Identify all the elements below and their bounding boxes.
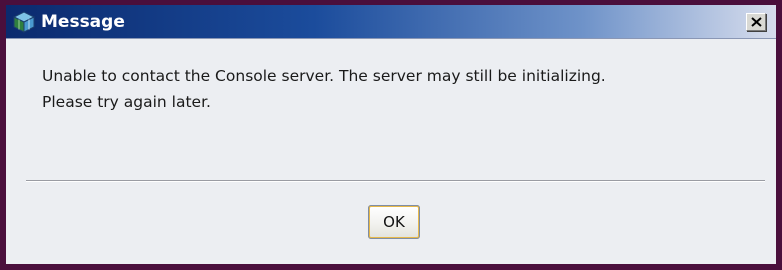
title-bar[interactable]: Message [6, 5, 776, 39]
separator [26, 180, 765, 182]
dialog-title: Message [41, 12, 125, 32]
dialog-body: Message Unable to contact the Console se… [6, 5, 776, 264]
message-line-2: Please try again later. [42, 93, 211, 111]
message-line-1: Unable to contact the Console server. Th… [42, 67, 606, 85]
message-text: Unable to contact the Console server. Th… [42, 63, 762, 115]
close-icon [751, 17, 762, 27]
message-dialog: Message Unable to contact the Console se… [0, 0, 782, 270]
application-cube-icon [12, 11, 36, 33]
close-button[interactable] [746, 13, 766, 31]
ok-button[interactable]: OK [368, 205, 420, 239]
